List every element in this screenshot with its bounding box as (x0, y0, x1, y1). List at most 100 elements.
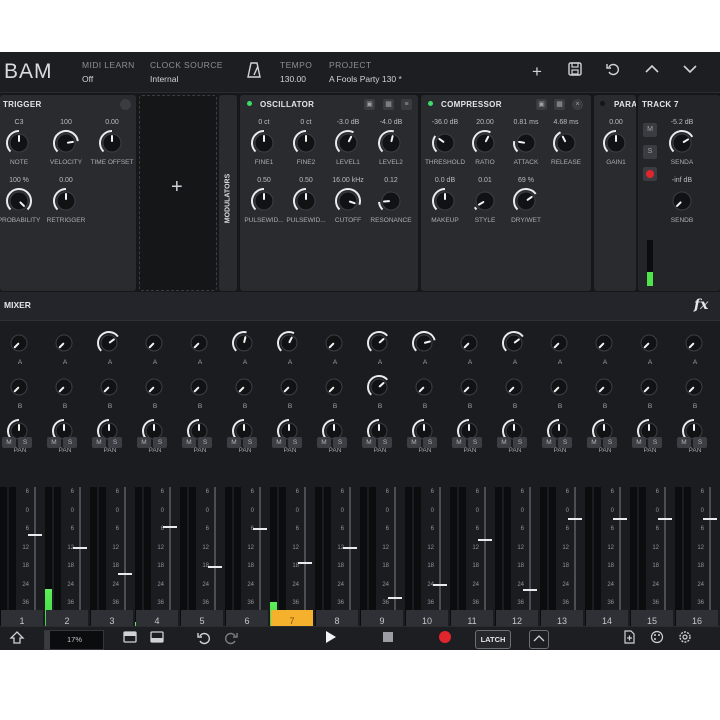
track-11-fader-handle[interactable] (478, 539, 492, 541)
compressor-led[interactable] (428, 101, 433, 106)
track-2-fader-handle[interactable] (73, 547, 87, 549)
track-3-solo-button[interactable]: S (108, 437, 122, 448)
oscillator-0-knob[interactable] (250, 129, 278, 157)
track-10-fader-handle[interactable] (433, 584, 447, 586)
redo-icon[interactable] (222, 630, 240, 648)
track-2-mute-button[interactable]: M (47, 437, 61, 448)
para-gain1-knob[interactable] (602, 129, 630, 157)
track-4-fader-handle[interactable] (163, 526, 177, 528)
oscillator-led[interactable] (247, 101, 252, 106)
track-14-a-knob[interactable] (591, 330, 617, 356)
trigger-2-knob[interactable] (98, 129, 126, 157)
track-8-a-knob[interactable] (321, 330, 347, 356)
track-3-fader-handle[interactable] (118, 573, 132, 575)
undo-icon[interactable] (602, 61, 624, 83)
oscillator-7-knob[interactable] (377, 187, 405, 215)
track-12-mute-button[interactable]: M (497, 437, 511, 448)
stop-icon[interactable] (379, 630, 397, 648)
track-7-fader-handle[interactable] (298, 562, 312, 564)
track-8-fader-handle[interactable] (343, 547, 357, 549)
modulators-tab[interactable]: MODULATORS (219, 95, 237, 291)
fx-icon[interactable]: fx (694, 297, 708, 313)
view-mixer-icon[interactable] (148, 630, 166, 648)
track-14-solo-button[interactable]: S (603, 437, 617, 448)
project-value[interactable]: A Fools Party 130 * (329, 74, 402, 84)
track-7-a-knob[interactable] (276, 330, 302, 356)
track-9-mute-button[interactable]: M (362, 437, 376, 448)
clock-source-value[interactable]: Internal (150, 74, 178, 84)
oscillator-5-knob[interactable] (292, 187, 320, 215)
trigger-1-knob[interactable] (52, 129, 80, 157)
oscillator-6-knob[interactable] (334, 187, 362, 215)
modulator-slot[interactable]: + (139, 95, 217, 291)
track-11-solo-button[interactable]: S (468, 437, 482, 448)
track-5-fader-handle[interactable] (208, 566, 222, 568)
latch-button[interactable]: LATCH (475, 630, 511, 649)
trigger-3-knob[interactable] (5, 187, 33, 215)
track-8-solo-button[interactable]: S (333, 437, 347, 448)
track-11-mute-button[interactable]: M (452, 437, 466, 448)
track-12-b-knob[interactable] (501, 374, 527, 400)
undo-icon[interactable] (195, 630, 213, 648)
track-2-b-knob[interactable] (51, 374, 77, 400)
compressor-5-knob[interactable] (471, 187, 499, 215)
track-8-b-knob[interactable] (321, 374, 347, 400)
track-5-b-knob[interactable] (186, 374, 212, 400)
chevron-down-icon[interactable] (679, 61, 701, 83)
track-8-mute-button[interactable]: M (317, 437, 331, 448)
track-7-record-button[interactable] (643, 167, 657, 181)
track-13-b-knob[interactable] (546, 374, 572, 400)
oscillator-2-knob[interactable] (334, 129, 362, 157)
trigger-4-knob[interactable] (52, 187, 80, 215)
track-1-mute-button[interactable]: M (2, 437, 16, 448)
settings-icon[interactable] (676, 630, 694, 648)
oscillator-grid-icon[interactable]: ▦ (383, 99, 394, 110)
play-icon[interactable] (321, 630, 339, 648)
automation-icon[interactable] (529, 630, 549, 649)
para-led[interactable] (600, 101, 605, 106)
keyboard-toggle-icon[interactable] (8, 630, 26, 648)
oscillator-4-knob[interactable] (250, 187, 278, 215)
compressor-grid-icon[interactable]: ▦ (554, 99, 565, 110)
track-10-mute-button[interactable]: M (407, 437, 421, 448)
tempo-value[interactable]: 130.00 (280, 74, 306, 84)
track-9-fader-handle[interactable] (388, 597, 402, 599)
track-16-solo-button[interactable]: S (693, 437, 707, 448)
track-10-b-knob[interactable] (411, 374, 437, 400)
trigger-0-knob[interactable] (5, 129, 33, 157)
track-6-fader-handle[interactable] (253, 528, 267, 530)
compressor-save-icon[interactable]: ▣ (536, 99, 547, 110)
track-15-fader-handle[interactable] (658, 518, 672, 520)
oscillator-3-knob[interactable] (377, 129, 405, 157)
track-12-fader-handle[interactable] (523, 589, 537, 591)
view-grid-icon[interactable] (121, 630, 139, 648)
trigger-power-button[interactable] (120, 99, 131, 110)
track-5-a-knob[interactable] (186, 330, 212, 356)
track-7-solo-button[interactable]: S (288, 437, 302, 448)
track-16-b-knob[interactable] (681, 374, 707, 400)
track-6-solo-button[interactable]: S (243, 437, 257, 448)
track-6-a-knob[interactable] (231, 330, 257, 356)
metronome-icon[interactable] (243, 61, 265, 83)
track-5-solo-button[interactable]: S (198, 437, 212, 448)
track-2-a-knob[interactable] (51, 330, 77, 356)
track-14-mute-button[interactable]: M (587, 437, 601, 448)
track-9-b-knob[interactable] (366, 374, 392, 400)
midi-learn-value[interactable]: Off (82, 74, 93, 84)
track-12-solo-button[interactable]: S (513, 437, 527, 448)
track-16-fader-handle[interactable] (703, 518, 717, 520)
compressor-4-knob[interactable] (431, 187, 459, 215)
compressor-6-knob[interactable] (512, 187, 540, 215)
compressor-2-knob[interactable] (512, 129, 540, 157)
track-13-a-knob[interactable] (546, 330, 572, 356)
palette-icon[interactable] (648, 630, 666, 648)
track-14-b-knob[interactable] (591, 374, 617, 400)
oscillator-1-knob[interactable] (292, 129, 320, 157)
track-4-solo-button[interactable]: S (153, 437, 167, 448)
track-1-solo-button[interactable]: S (18, 437, 32, 448)
track-15-b-knob[interactable] (636, 374, 662, 400)
compressor-0-knob[interactable] (431, 129, 459, 157)
track-15-a-knob[interactable] (636, 330, 662, 356)
track-7-mute-button[interactable]: M (643, 123, 657, 137)
track-4-a-knob[interactable] (141, 330, 167, 356)
